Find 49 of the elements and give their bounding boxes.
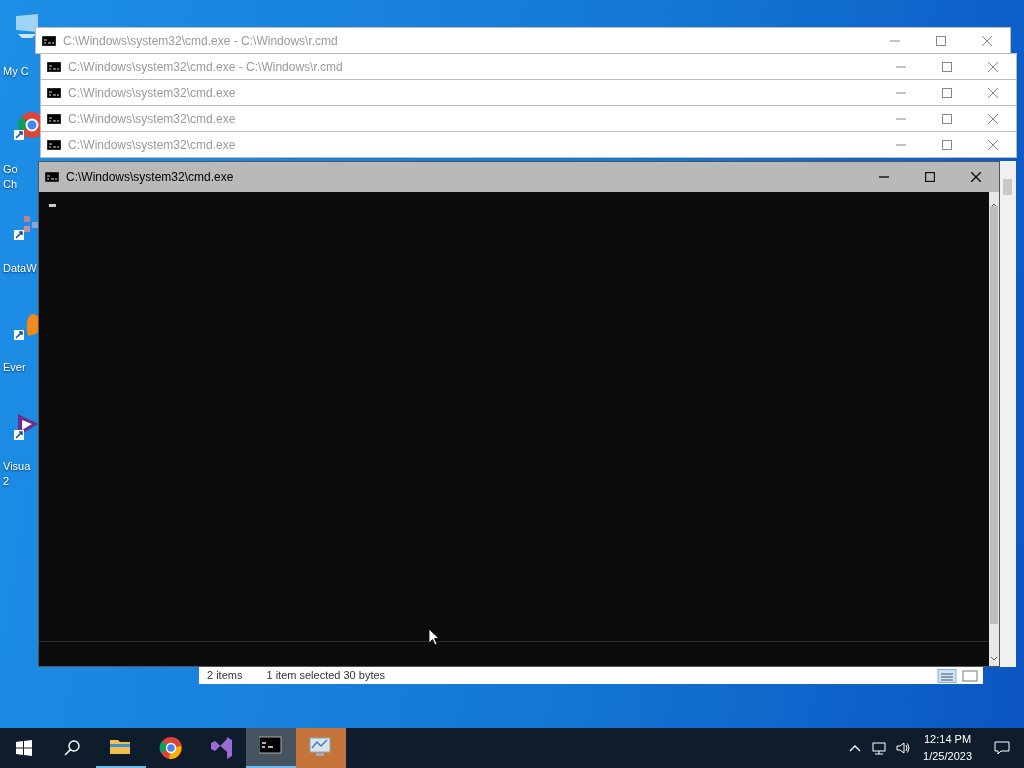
text-cursor — [49, 204, 56, 207]
icon-label[interactable]: Go — [3, 162, 18, 176]
maximize-icon — [942, 140, 952, 150]
terminal-icon — [47, 114, 61, 124]
item-count: 2 items — [207, 668, 243, 684]
close-icon — [988, 88, 998, 98]
maximize-icon — [942, 62, 952, 72]
close-icon — [988, 62, 998, 72]
chat-bubble-icon — [994, 740, 1010, 756]
icon-label[interactable]: Ch — [3, 177, 18, 191]
clock-date[interactable]: 1/25/2023 — [923, 748, 972, 765]
network-icon — [872, 741, 887, 755]
mouse-cursor-icon — [428, 628, 440, 646]
window-title: C:\Windows\system32\cmd.exe - C:\Windows\r.cmd — [63, 33, 339, 50]
maximize-icon — [925, 172, 935, 182]
terminal-icon — [47, 62, 61, 72]
window-title: C:\Windows\system32\cmd.exe - C:\Windows\r.cmd — [68, 59, 344, 76]
window-title: C:\Windows\system32\cmd.exe — [68, 111, 237, 128]
terminal-icon — [47, 140, 61, 150]
window-title: C:\Windows\system32\cmd.exe — [68, 137, 237, 154]
scroll-thumb[interactable] — [990, 206, 998, 624]
maximize-icon — [942, 114, 952, 124]
terminal-icon — [45, 172, 59, 182]
close-icon — [988, 140, 998, 150]
infinity-logo-icon — [209, 736, 233, 760]
icon-label[interactable]: 2 — [3, 474, 10, 488]
icon-label[interactable]: Visua — [3, 459, 31, 473]
speaker-icon — [896, 741, 911, 755]
window-title: C:\Windows\system32\cmd.exe — [66, 169, 235, 186]
clock-time[interactable]: 12:14 PM — [923, 731, 972, 748]
round-logo-icon — [159, 736, 183, 760]
close-icon — [988, 114, 998, 124]
taskbar-button[interactable] — [246, 728, 296, 768]
maximize-icon — [942, 88, 952, 98]
windows-logo-icon — [16, 740, 32, 756]
scroll-thumb[interactable] — [1003, 179, 1012, 195]
icon-label[interactable]: Ever — [3, 360, 26, 374]
details-view-icon[interactable] — [937, 668, 957, 683]
search-icon — [64, 740, 80, 756]
thumbnail-view-icon[interactable] — [961, 668, 979, 683]
close-icon — [971, 172, 981, 182]
window-title: C:\Windows\system32\cmd.exe — [68, 85, 237, 102]
terminal-icon — [47, 88, 61, 98]
close-icon — [982, 36, 992, 46]
terminal-icon — [42, 36, 56, 46]
icon-label[interactable]: My C — [3, 64, 29, 78]
selection-info: 1 item selected 30 bytes — [266, 668, 386, 684]
icon-label[interactable]: DataW — [3, 261, 37, 275]
maximize-icon — [936, 36, 946, 46]
